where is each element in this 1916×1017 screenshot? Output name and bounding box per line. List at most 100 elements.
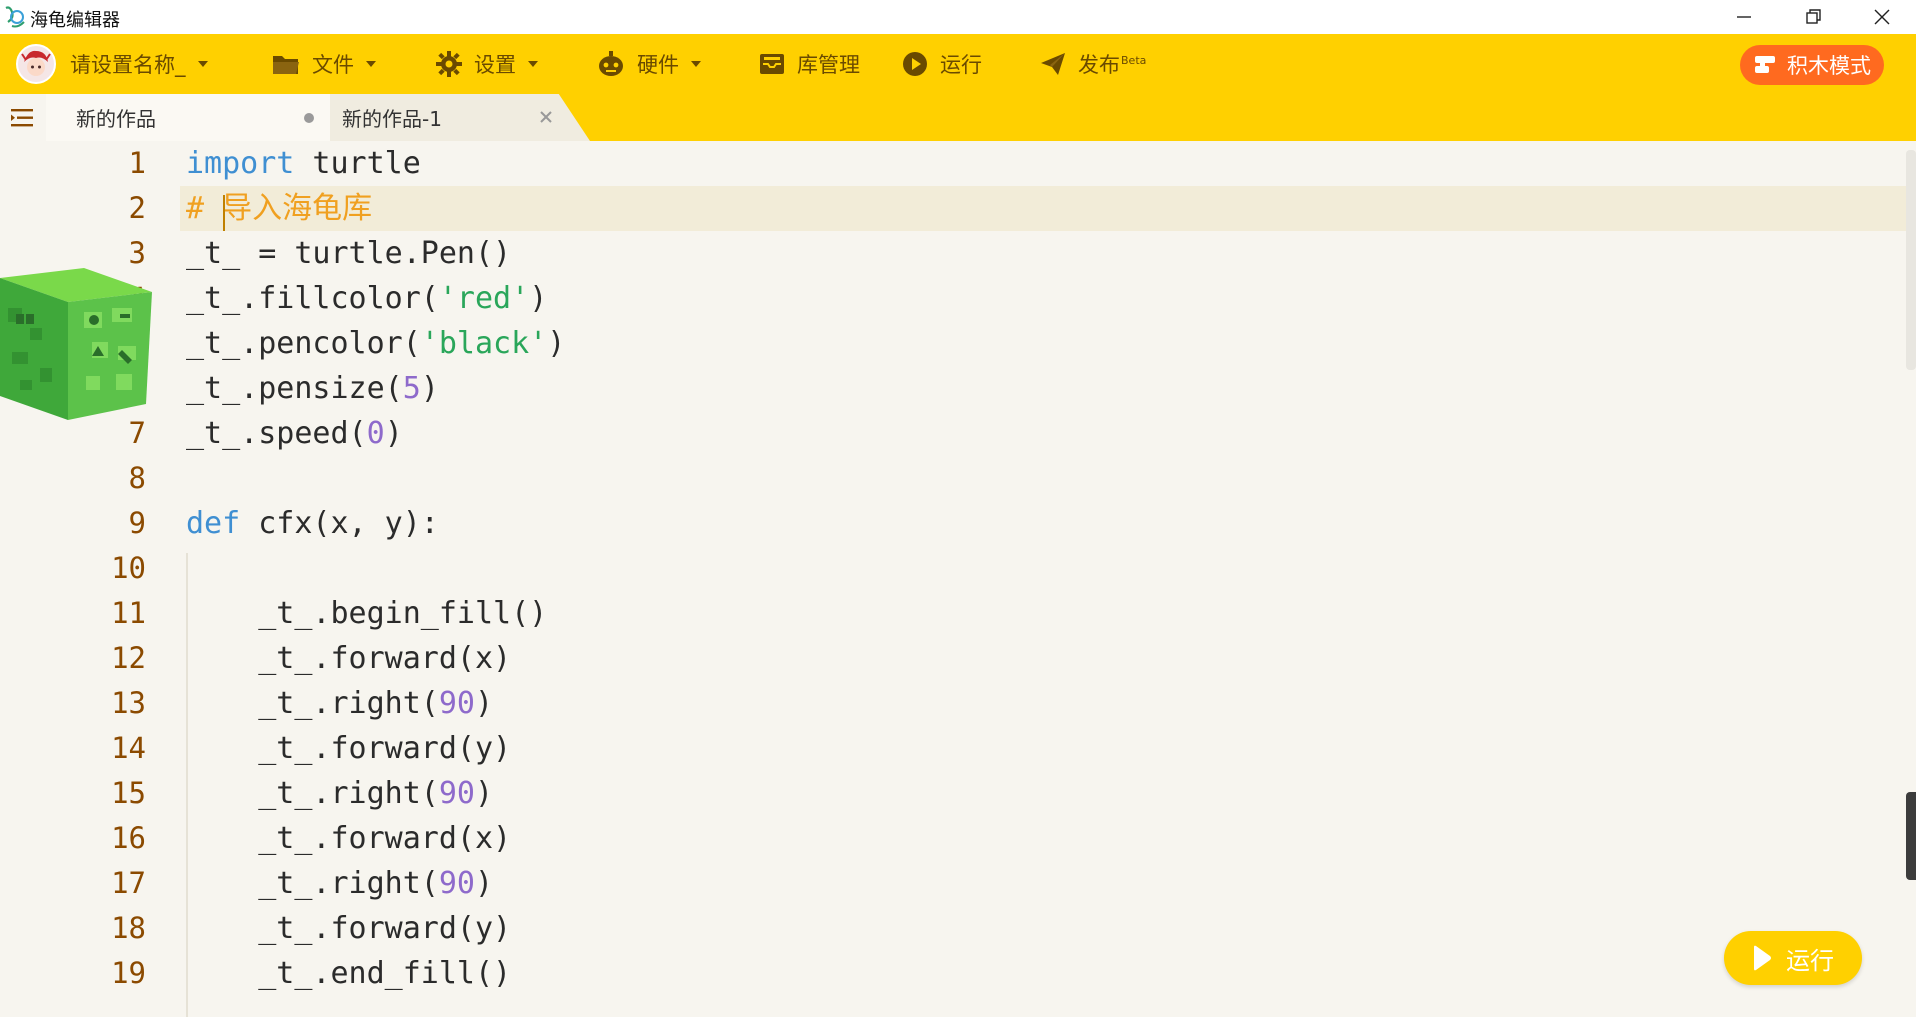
code-line[interactable] bbox=[186, 546, 1906, 591]
close-window-button[interactable] bbox=[1848, 0, 1916, 34]
inbox-icon bbox=[760, 54, 784, 74]
code-token: _t_.fillcolor( bbox=[186, 281, 439, 316]
code-token: 5 bbox=[402, 371, 421, 406]
code-line[interactable]: _t_.pencolor('black') bbox=[186, 321, 1906, 366]
publish-menu[interactable]: 发布 Beta bbox=[1040, 34, 1146, 94]
avatar[interactable] bbox=[16, 44, 56, 84]
code-token: 'red' bbox=[438, 281, 530, 316]
caret-down-icon bbox=[366, 61, 376, 67]
play-icon bbox=[1754, 945, 1771, 971]
code-token: def bbox=[186, 506, 241, 541]
code-token: 90 bbox=[438, 686, 475, 721]
code-line[interactable]: _t_.pensize(5) bbox=[186, 366, 1906, 411]
code-token: # bbox=[186, 191, 223, 226]
restore-button[interactable] bbox=[1780, 0, 1848, 34]
hardware-menu-label: 硬件 bbox=[637, 53, 679, 77]
code-token: _t_.right( bbox=[186, 866, 439, 901]
folder-icon bbox=[273, 56, 299, 74]
minimize-icon bbox=[1737, 16, 1751, 18]
hardware-robot-icon bbox=[599, 51, 623, 76]
publish-menu-label: 发布 bbox=[1078, 53, 1120, 77]
line-number: 10 bbox=[111, 551, 146, 585]
code-line[interactable]: import turtle bbox=[186, 141, 1906, 186]
line-number: 13 bbox=[111, 686, 146, 720]
code-area[interactable]: import turtle # 导入海龟库 _t_ = turtle.Pen() _t… bbox=[180, 141, 1906, 1017]
code-line[interactable]: _t_.forward(x) bbox=[186, 816, 1906, 861]
code-line[interactable]: # 导入海龟库 bbox=[180, 186, 1906, 231]
user-name-menu[interactable]: 请设置名称_ bbox=[70, 34, 220, 94]
line-number: 2 bbox=[128, 191, 146, 225]
code-token: _t_.begin_fill() bbox=[186, 596, 548, 631]
code-line[interactable]: _t_.speed(0) bbox=[186, 411, 1906, 456]
code-token: turtle bbox=[294, 146, 421, 181]
line-number: 16 bbox=[111, 821, 146, 855]
code-token: 90 bbox=[438, 866, 475, 901]
window-title: 海龟编辑器 bbox=[30, 10, 120, 31]
code-token: _t_.forward(y) bbox=[186, 731, 512, 766]
code-token: ) bbox=[547, 326, 566, 361]
code-line[interactable] bbox=[186, 456, 1906, 501]
green-cube-sprite-icon[interactable] bbox=[0, 268, 152, 420]
code-line[interactable]: _t_ = turtle.Pen() bbox=[186, 231, 1906, 276]
line-number: 14 bbox=[111, 731, 146, 765]
run-button[interactable]: 运行 bbox=[1724, 931, 1862, 985]
run-menu[interactable]: 运行 bbox=[902, 34, 982, 94]
code-line[interactable]: _t_.right(90) bbox=[186, 861, 1906, 906]
user-name-label: 请设置名称_ bbox=[70, 53, 186, 77]
code-token: ) bbox=[475, 686, 494, 721]
code-token: _t_.speed( bbox=[186, 416, 367, 451]
library-manager-label: 库管理 bbox=[797, 53, 860, 77]
avatar-character-icon bbox=[18, 46, 54, 82]
settings-menu[interactable]: 设置 bbox=[436, 34, 550, 94]
code-token: ) bbox=[384, 416, 403, 451]
minimize-button[interactable] bbox=[1710, 0, 1778, 34]
beta-badge: Beta bbox=[1121, 54, 1147, 67]
code-line[interactable]: def cfx(x, y): bbox=[186, 501, 1906, 546]
turtle-logo-icon bbox=[5, 6, 25, 28]
editor-scrollbar[interactable] bbox=[1906, 150, 1916, 370]
tab-new-work-1[interactable]: 新的作品-1 bbox=[330, 94, 590, 141]
code-token: 90 bbox=[438, 776, 475, 811]
close-icon bbox=[1874, 9, 1890, 25]
run-menu-label: 运行 bbox=[940, 53, 982, 77]
code-line[interactable]: _t_.begin_fill() bbox=[186, 591, 1906, 636]
line-number: 9 bbox=[128, 506, 146, 540]
code-line[interactable]: _t_.forward(x) bbox=[186, 636, 1906, 681]
line-number: 1 bbox=[128, 146, 146, 180]
code-token: _t_.forward(x) bbox=[186, 821, 512, 856]
text-cursor bbox=[223, 195, 225, 231]
tab-new-work[interactable]: 新的作品 bbox=[46, 94, 336, 141]
code-token: import bbox=[186, 146, 295, 181]
sidebar-toggle-button[interactable] bbox=[0, 94, 46, 141]
play-circle-icon bbox=[903, 52, 927, 76]
line-number: 12 bbox=[111, 641, 146, 675]
code-token: _t_.pencolor( bbox=[186, 326, 421, 361]
code-line[interactable]: _t_.right(90) bbox=[186, 681, 1906, 726]
unsaved-dot-icon bbox=[304, 113, 314, 123]
code-token: _t_.forward(y) bbox=[186, 911, 512, 946]
caret-down-icon bbox=[197, 61, 208, 67]
code-line[interactable]: _t_.forward(y) bbox=[186, 906, 1906, 951]
code-token: _t_.right( bbox=[186, 686, 439, 721]
menu-bar: 请设置名称_ 文件 设置 硬件 库管理 运行 发布 Beta 积木模式 bbox=[0, 34, 1916, 94]
code-line[interactable]: _t_.forward(y) bbox=[186, 726, 1906, 771]
code-editor[interactable]: 12345678910111213141516171819 import tur… bbox=[0, 141, 1916, 1017]
code-line[interactable]: _t_.end_fill() bbox=[186, 951, 1906, 996]
block-mode-button[interactable]: 积木模式 bbox=[1740, 45, 1884, 85]
close-tab-icon[interactable] bbox=[536, 107, 556, 127]
side-panel-handle[interactable] bbox=[1906, 792, 1916, 880]
code-token: cfx(x, y): bbox=[240, 506, 439, 541]
caret-down-icon bbox=[691, 61, 701, 67]
code-line[interactable]: _t_.fillcolor('red') bbox=[186, 276, 1906, 321]
line-number: 15 bbox=[111, 776, 146, 810]
code-token: _t_ = turtle.Pen() bbox=[186, 236, 512, 271]
code-token: ) bbox=[475, 776, 494, 811]
code-line[interactable]: _t_.right(90) bbox=[186, 771, 1906, 816]
library-manager-menu[interactable]: 库管理 bbox=[759, 34, 860, 94]
hardware-menu[interactable]: 硬件 bbox=[597, 34, 713, 94]
blocks-icon bbox=[1755, 56, 1775, 73]
file-menu[interactable]: 文件 bbox=[272, 34, 388, 94]
file-menu-label: 文件 bbox=[312, 53, 354, 77]
code-token: 0 bbox=[366, 416, 385, 451]
code-token: ) bbox=[475, 866, 494, 901]
